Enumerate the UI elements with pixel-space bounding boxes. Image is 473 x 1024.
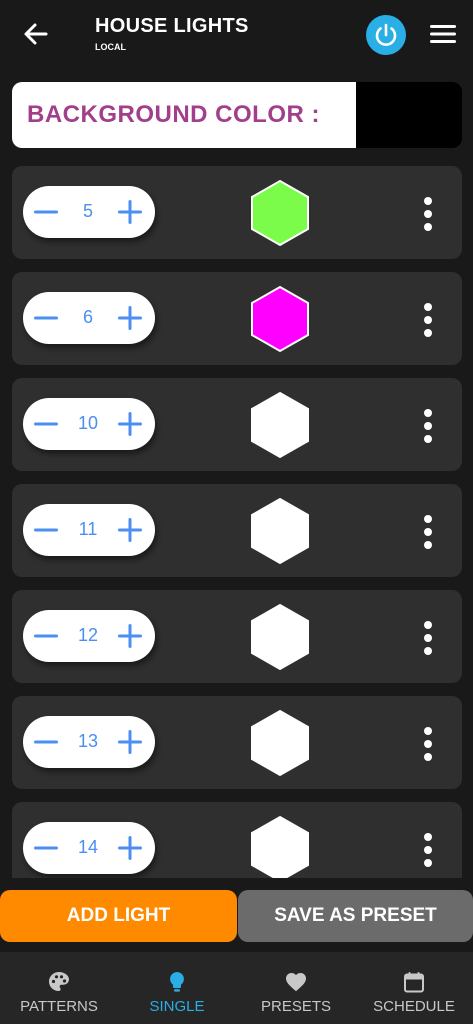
plus-icon[interactable] — [117, 306, 143, 330]
palette-icon — [49, 972, 69, 991]
light-color-hexagon[interactable] — [250, 709, 310, 777]
plus-icon[interactable] — [117, 836, 143, 860]
page-subtitle: LOCAL — [95, 42, 126, 52]
plus-icon[interactable] — [117, 412, 143, 436]
minus-icon[interactable] — [33, 624, 59, 648]
light-number-stepper[interactable]: 14 — [23, 822, 155, 874]
hexagon-shape — [251, 497, 309, 565]
nav-item-presets[interactable]: PRESETS — [237, 952, 355, 1024]
plus-icon[interactable] — [117, 200, 143, 224]
light-row[interactable]: 6 — [12, 272, 462, 365]
minus-icon[interactable] — [33, 412, 59, 436]
background-color-bar[interactable]: BACKGROUND COLOR : — [12, 82, 462, 148]
light-number: 14 — [77, 837, 99, 857]
heart-icon — [286, 973, 306, 992]
light-row[interactable]: 10 — [12, 378, 462, 471]
calendar-icon — [404, 972, 424, 993]
light-row[interactable]: 14 — [12, 802, 462, 878]
light-color-hexagon[interactable] — [250, 179, 310, 247]
nav-label-presets: PRESETS — [260, 998, 332, 1015]
light-row[interactable]: 13 — [12, 696, 462, 789]
save-as-preset-button[interactable]: SAVE AS PRESET — [238, 890, 473, 942]
light-list[interactable]: 5 6 10 11 12 13 14 — [0, 160, 473, 878]
more-options-icon[interactable] — [422, 196, 434, 232]
hexagon-shape — [251, 391, 309, 459]
minus-icon[interactable] — [33, 518, 59, 542]
more-options-icon[interactable] — [422, 832, 434, 868]
nav-item-single[interactable]: SINGLE — [118, 952, 236, 1024]
light-number-stepper[interactable]: 12 — [23, 610, 155, 662]
light-number: 13 — [77, 731, 99, 751]
bottom-navigation: PATTERNS SINGLE PRESETS SCHEDULE — [0, 952, 473, 1024]
nav-label-single: SINGLE — [149, 998, 205, 1015]
back-arrow-icon[interactable] — [22, 20, 50, 48]
light-number-stepper[interactable]: 10 — [23, 398, 155, 450]
hexagon-shape — [251, 709, 309, 777]
hexagon-shape — [251, 815, 309, 878]
background-color-label-box: BACKGROUND COLOR : — [12, 82, 356, 148]
more-options-icon[interactable] — [422, 620, 434, 656]
page-title: HOUSE LIGHTS — [95, 15, 249, 37]
more-options-icon[interactable] — [422, 302, 434, 338]
hamburger-menu-icon[interactable] — [430, 24, 456, 44]
save-as-preset-label: SAVE AS PRESET — [274, 905, 437, 926]
more-options-icon[interactable] — [422, 726, 434, 762]
add-light-button[interactable]: ADD LIGHT — [0, 890, 237, 942]
light-number-stepper[interactable]: 5 — [23, 186, 155, 238]
plus-icon[interactable] — [117, 730, 143, 754]
power-icon — [375, 23, 397, 46]
light-number: 12 — [77, 625, 99, 645]
light-color-hexagon[interactable] — [250, 285, 310, 353]
plus-icon[interactable] — [117, 518, 143, 542]
hexagon-shape — [251, 179, 309, 247]
light-number-stepper[interactable]: 11 — [23, 504, 155, 556]
more-options-icon[interactable] — [422, 514, 434, 550]
hexagon-shape — [251, 285, 309, 353]
add-light-label: ADD LIGHT — [66, 905, 171, 926]
light-number: 5 — [82, 201, 93, 221]
nav-label-patterns: PATTERNS — [20, 998, 98, 1015]
light-color-hexagon[interactable] — [250, 391, 310, 459]
light-number: 11 — [78, 519, 98, 539]
minus-icon[interactable] — [33, 200, 59, 224]
background-color-label: BACKGROUND COLOR : — [27, 101, 320, 128]
light-number: 10 — [77, 413, 99, 433]
nav-item-patterns[interactable]: PATTERNS — [0, 952, 118, 1024]
power-button[interactable] — [366, 15, 406, 55]
light-color-hexagon[interactable] — [250, 603, 310, 671]
plus-icon[interactable] — [117, 624, 143, 648]
light-color-hexagon[interactable] — [250, 815, 310, 878]
light-number-stepper[interactable]: 6 — [23, 292, 155, 344]
light-row[interactable]: 5 — [12, 166, 462, 259]
light-number-stepper[interactable]: 13 — [23, 716, 155, 768]
light-row[interactable]: 12 — [12, 590, 462, 683]
app-header: HOUSE LIGHTS LOCAL — [0, 0, 473, 70]
light-row[interactable]: 11 — [12, 484, 462, 577]
light-number: 6 — [82, 307, 93, 327]
background-color-swatch[interactable] — [356, 82, 462, 148]
light-color-hexagon[interactable] — [250, 497, 310, 565]
hexagon-shape — [251, 603, 309, 671]
nav-item-schedule[interactable]: SCHEDULE — [355, 952, 473, 1024]
minus-icon[interactable] — [33, 836, 59, 860]
minus-icon[interactable] — [33, 730, 59, 754]
more-options-icon[interactable] — [422, 408, 434, 444]
lightbulb-icon — [170, 972, 184, 992]
minus-icon[interactable] — [33, 306, 59, 330]
nav-label-schedule: SCHEDULE — [373, 998, 455, 1015]
